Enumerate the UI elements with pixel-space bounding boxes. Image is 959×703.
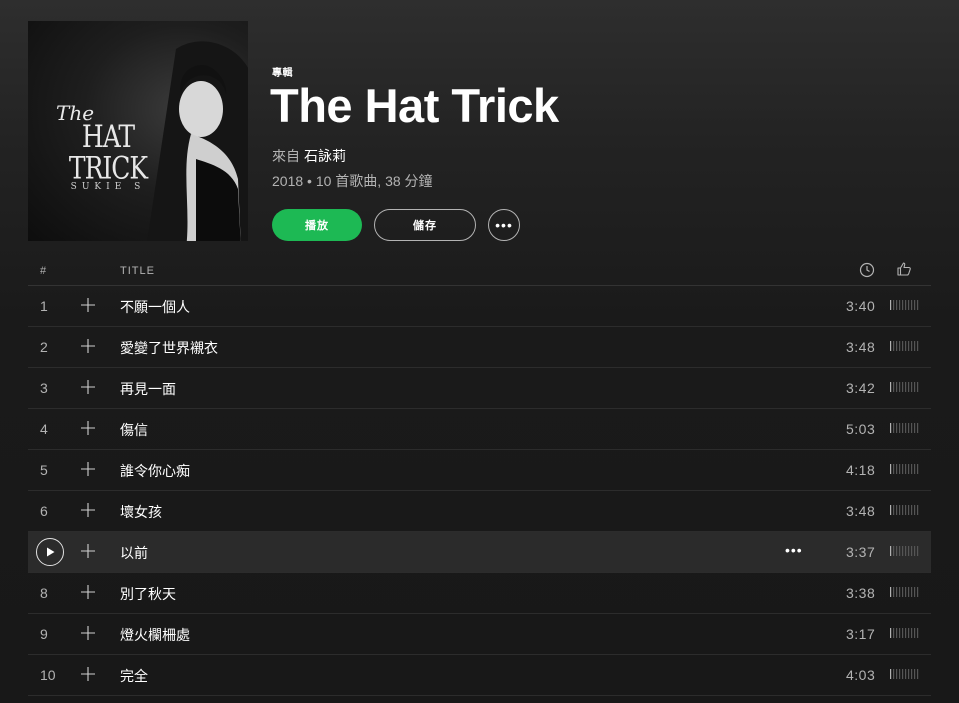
popularity-meter: [890, 505, 919, 515]
add-to-library-icon[interactable]: [80, 543, 96, 559]
track-row[interactable]: 以前 ••• 3:37: [28, 532, 931, 573]
save-button[interactable]: 儲存: [374, 209, 476, 241]
track-duration: 3:38: [846, 585, 876, 601]
popularity-meter: [890, 669, 919, 679]
track-title[interactable]: 燈火欄柵處: [120, 625, 190, 645]
popularity-meter: [890, 464, 919, 474]
track-duration: 3:37: [846, 544, 876, 560]
track-title[interactable]: 壞女孩: [120, 502, 162, 522]
add-to-library-icon[interactable]: [80, 461, 96, 477]
track-play-button[interactable]: [36, 538, 64, 566]
track-title[interactable]: 別了秋天: [120, 584, 176, 604]
track-row[interactable]: 6 壞女孩 3:48: [28, 491, 931, 532]
track-title[interactable]: 誰令你心痴: [120, 461, 190, 481]
track-duration: 3:40: [846, 298, 876, 314]
track-row[interactable]: 8 別了秋天 3:38: [28, 573, 931, 614]
track-number: 8: [40, 585, 48, 601]
cover-lettering: The HAT TRICK SUKIE S: [48, 103, 168, 192]
track-duration: 3:48: [846, 503, 876, 519]
track-title[interactable]: 完全: [120, 666, 148, 686]
track-duration: 5:03: [846, 421, 876, 437]
add-to-library-icon[interactable]: [80, 338, 96, 354]
track-number: 5: [40, 462, 48, 478]
popularity-meter: [890, 300, 919, 310]
track-title[interactable]: 再見一面: [120, 379, 176, 399]
popularity-meter: [890, 341, 919, 351]
track-duration: 4:03: [846, 667, 876, 683]
track-row[interactable]: 5 誰令你心痴 4:18: [28, 450, 931, 491]
album-meta: 2018 • 10 首歌曲, 38 分鐘: [272, 173, 433, 189]
add-to-library-icon[interactable]: [80, 502, 96, 518]
track-number: 10: [40, 667, 56, 683]
track-title[interactable]: 不願一個人: [120, 297, 190, 317]
more-options-icon: •••: [495, 217, 513, 233]
add-to-library-icon[interactable]: [80, 379, 96, 395]
clock-icon: [859, 262, 875, 278]
play-icon: [47, 547, 55, 557]
track-more-options-icon[interactable]: •••: [785, 542, 803, 558]
track-duration: 3:42: [846, 380, 876, 396]
track-duration: 3:48: [846, 339, 876, 355]
add-to-library-icon[interactable]: [80, 420, 96, 436]
tracklist-header: # TITLE: [28, 258, 931, 286]
track-row[interactable]: 9 燈火欄柵處 3:17: [28, 614, 931, 655]
track-number: 2: [40, 339, 48, 355]
track-title[interactable]: 愛變了世界襯衣: [120, 338, 218, 358]
track-number: 9: [40, 626, 48, 642]
popularity-meter: [890, 423, 919, 433]
track-number: 1: [40, 298, 48, 314]
column-title: TITLE: [120, 265, 155, 277]
album-title: The Hat Trick: [270, 79, 559, 132]
by-prefix: 來自: [272, 148, 300, 164]
album-cover[interactable]: The HAT TRICK SUKIE S: [28, 21, 248, 241]
track-duration: 3:17: [846, 626, 876, 642]
track-number: 3: [40, 380, 48, 396]
popularity-meter: [890, 628, 919, 638]
artist-link[interactable]: 石詠莉: [304, 148, 346, 164]
column-number: #: [40, 265, 48, 277]
tracklist: 1 不願一個人 3:40 2 愛變了世界襯衣 3:48 3 再見一面 3:42 …: [28, 286, 931, 696]
track-row[interactable]: 10 完全 4:03: [28, 655, 931, 696]
cover-title: HAT TRICK: [68, 118, 148, 186]
add-to-library-icon[interactable]: [80, 297, 96, 313]
track-row[interactable]: 4 傷信 5:03: [28, 409, 931, 450]
track-duration: 4:18: [846, 462, 876, 478]
artist-line: 來自 石詠莉: [272, 146, 346, 166]
more-options-button[interactable]: •••: [488, 209, 520, 241]
play-button[interactable]: 播放: [272, 209, 362, 241]
popularity-meter: [890, 546, 919, 556]
popularity-meter: [890, 382, 919, 392]
track-title[interactable]: 傷信: [120, 420, 148, 440]
track-row[interactable]: 3 再見一面 3:42: [28, 368, 931, 409]
thumbs-up-icon: [897, 262, 911, 276]
album-type-label: 專輯: [272, 68, 293, 79]
popularity-meter: [890, 587, 919, 597]
track-number: 4: [40, 421, 48, 437]
add-to-library-icon[interactable]: [80, 666, 96, 682]
track-number: 6: [40, 503, 48, 519]
track-row[interactable]: 2 愛變了世界襯衣 3:48: [28, 327, 931, 368]
track-title[interactable]: 以前: [120, 543, 148, 563]
add-to-library-icon[interactable]: [80, 625, 96, 641]
add-to-library-icon[interactable]: [80, 584, 96, 600]
track-row[interactable]: 1 不願一個人 3:40: [28, 286, 931, 327]
